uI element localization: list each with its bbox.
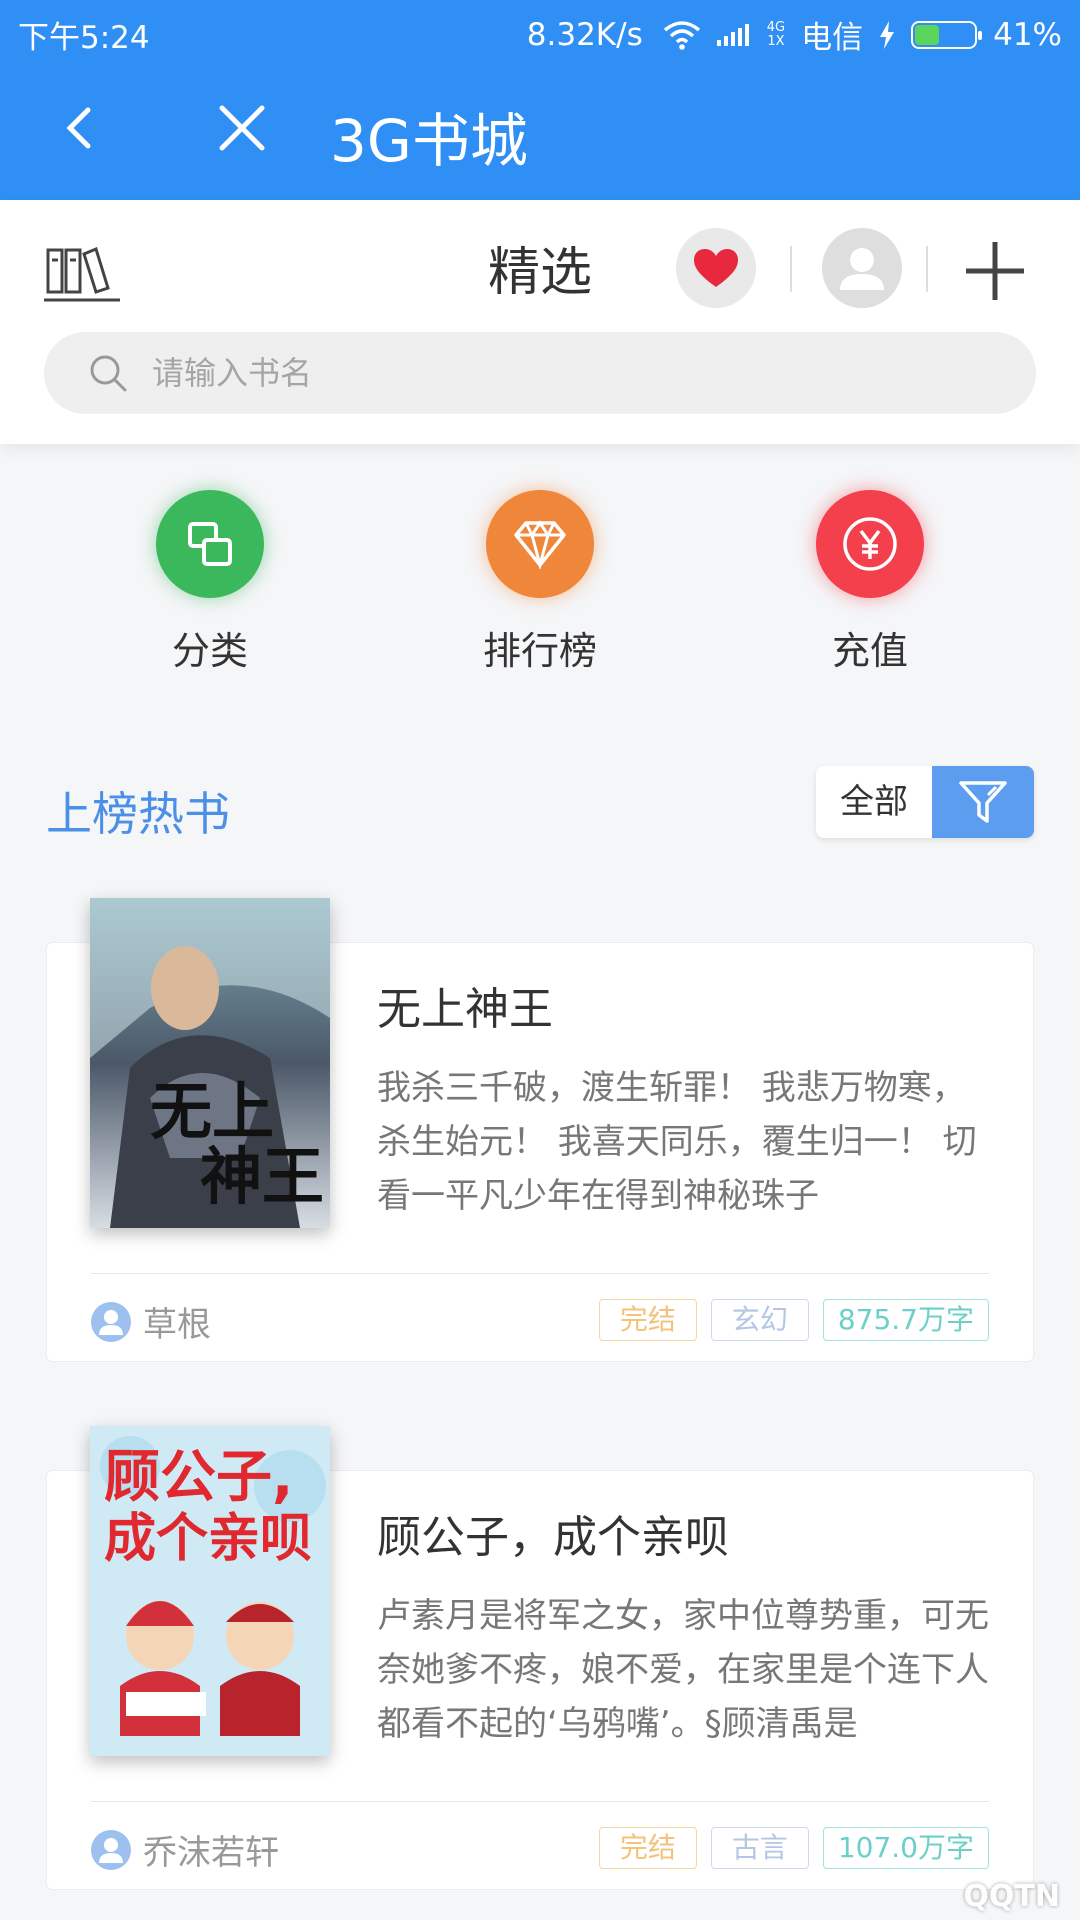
svg-text:成个亲呗: 成个亲呗	[104, 1509, 312, 1569]
favorites-button[interactable]	[676, 228, 756, 308]
user-avatar-icon	[840, 248, 884, 290]
svg-text:无上: 无上	[150, 1075, 274, 1148]
card-divider	[91, 1801, 989, 1802]
book-description: 我杀三千破，渡生斩罪！ 我悲万物寒，杀生始元！ 我喜天同乐，覆生归一！ 切看一平…	[377, 1068, 977, 1216]
battery-icon	[911, 20, 983, 49]
network-speed: 8.32K/s	[526, 16, 643, 53]
book-cover[interactable]: 无上 神王	[90, 898, 330, 1228]
book-author: 乔沫若轩	[91, 1825, 279, 1874]
user-avatar-button[interactable]	[822, 228, 902, 308]
quick-entries: 分类 排行榜 充值	[0, 490, 1080, 680]
author-icon	[91, 1829, 131, 1870]
bookshelf-icon[interactable]	[44, 240, 124, 306]
filter-all-label[interactable]: 全部	[816, 766, 932, 838]
entry-category[interactable]: 分类	[110, 490, 310, 675]
filter-button[interactable]	[932, 766, 1034, 838]
wordcount-tag: 107.0万字	[822, 1827, 989, 1869]
segment-title[interactable]: 精选	[488, 230, 592, 305]
page-title: 3G书城	[330, 107, 528, 175]
watermark-logo: QQTN	[963, 1879, 1060, 1914]
svg-text:神王: 神王	[200, 1140, 324, 1213]
diamond-icon	[486, 490, 594, 598]
status-tag: 完结	[598, 1299, 697, 1341]
carrier-name: 电信	[801, 20, 864, 56]
header-divider	[790, 246, 792, 292]
network-type: 4G 1X	[766, 19, 786, 49]
yen-icon	[816, 490, 924, 598]
genre-tag: 玄幻	[710, 1299, 809, 1341]
book-title[interactable]: 顾公子，成个亲呗	[377, 1501, 729, 1565]
entry-label: 分类	[171, 629, 248, 673]
entry-label: 充值	[831, 629, 908, 673]
status-bar: 下午5:24 8.32K/s 4G 1X 电信 41%	[0, 0, 1080, 62]
book-author: 草根	[91, 1297, 211, 1346]
heart-icon	[694, 249, 738, 287]
section-title: 上榜热书	[46, 787, 230, 841]
book-tags: 完结 古言 107.0万字	[598, 1827, 989, 1869]
book-tags: 完结 玄幻 875.7万字	[598, 1299, 989, 1341]
author-name: 乔沫若轩	[143, 1833, 279, 1873]
plus-icon[interactable]	[962, 238, 1028, 304]
author-icon	[91, 1301, 131, 1342]
entry-recharge[interactable]: 充值	[770, 490, 970, 675]
wifi-icon	[663, 20, 700, 50]
filter-icon	[959, 781, 1007, 823]
genre-tag: 古言	[710, 1827, 809, 1869]
search-input[interactable]	[150, 353, 954, 393]
signal-icon	[716, 23, 749, 46]
book-description: 卢素月是将军之女，家中位尊势重，可无奈她爹不疼，娘不爱，在家里是个连下人都看不起…	[377, 1596, 989, 1744]
search-icon	[90, 355, 127, 392]
header-divider	[926, 246, 928, 292]
battery-percent: 41%	[993, 16, 1062, 53]
title-bar: 3G书城	[0, 62, 1080, 200]
entry-label: 排行榜	[482, 629, 597, 673]
status-right-group: 8.32K/s 4G 1X 电信 41%	[527, 12, 1062, 57]
category-icon	[156, 490, 264, 598]
filter-control[interactable]: 全部	[816, 766, 1034, 838]
svg-text:顾公子,: 顾公子,	[104, 1445, 293, 1510]
book-cover[interactable]: 顾公子, 成个亲呗	[90, 1426, 330, 1756]
search-bar[interactable]	[44, 332, 1036, 414]
store-header: 精选	[0, 200, 1080, 444]
status-tag: 完结	[598, 1827, 697, 1869]
charging-icon	[880, 20, 895, 49]
card-divider	[91, 1273, 989, 1274]
author-name: 草根	[143, 1305, 211, 1345]
entry-ranking[interactable]: 排行榜	[440, 490, 640, 675]
book-title[interactable]: 无上神王	[377, 973, 553, 1037]
status-time: 下午5:24	[18, 20, 150, 56]
wordcount-tag: 875.7万字	[822, 1299, 989, 1341]
